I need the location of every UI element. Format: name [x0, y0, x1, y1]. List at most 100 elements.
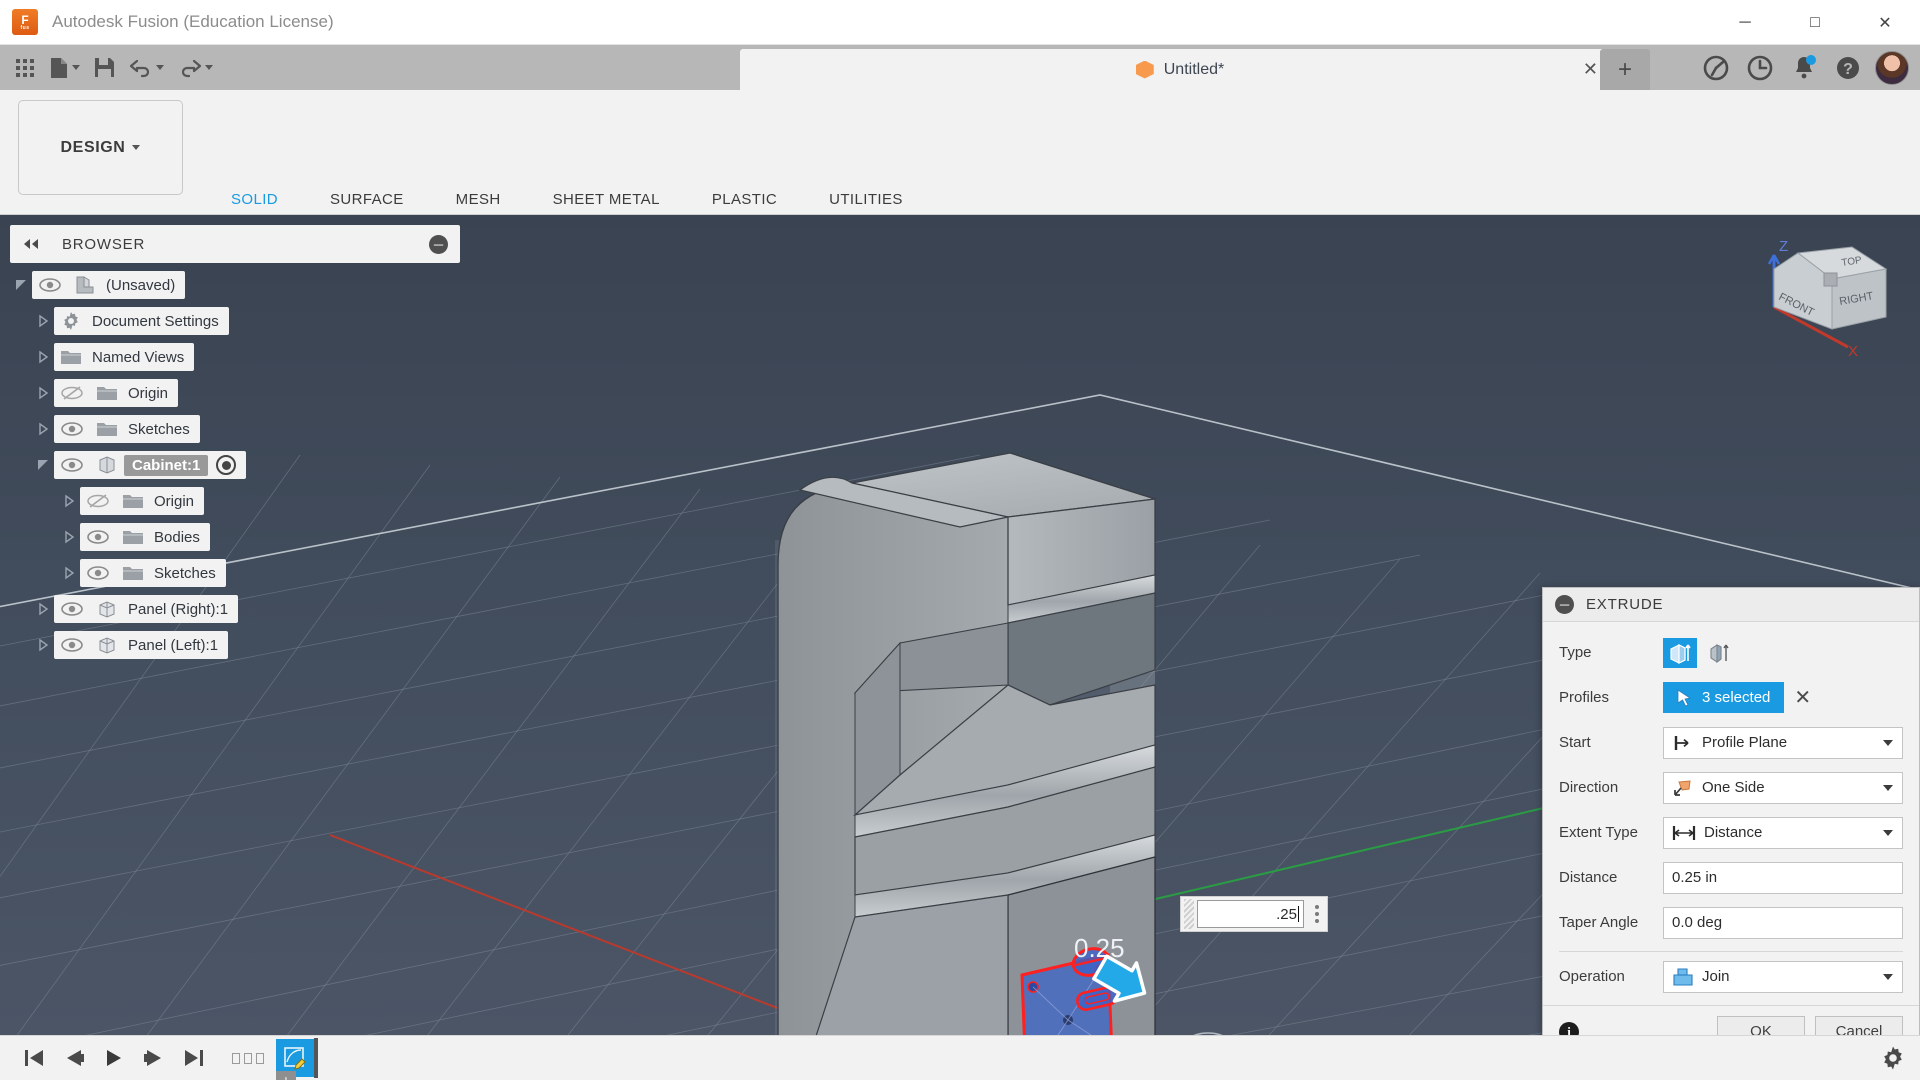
close-window-button[interactable]: ✕ — [1850, 0, 1920, 45]
viewport-canvas[interactable]: 0.25 Z X TOP FRONT RIGHT BROWSER ─ (Unsa… — [0, 215, 1920, 1035]
start-value: Profile Plane — [1702, 734, 1788, 751]
tab-plastic[interactable]: PLASTIC — [686, 186, 803, 212]
direction-dropdown[interactable]: One Side — [1663, 771, 1903, 804]
taper-angle-input[interactable]: 0.0 deg — [1663, 906, 1903, 939]
extent-type-dropdown[interactable]: Distance — [1663, 816, 1903, 849]
tree-row-unsaved[interactable]: (Unsaved) — [10, 267, 460, 303]
expander-collapsed-icon[interactable] — [32, 602, 54, 616]
tree-row-sketches[interactable]: Sketches — [10, 411, 460, 447]
expander-expanded-icon[interactable] — [10, 278, 32, 292]
start-dropdown[interactable]: Profile Plane — [1663, 726, 1903, 759]
maximize-button[interactable]: □ — [1780, 0, 1850, 45]
tab-solid[interactable]: SOLID — [205, 186, 304, 212]
save-icon[interactable] — [89, 49, 120, 87]
chevron-down-icon[interactable] — [1883, 829, 1893, 836]
chevron-down-icon — [205, 65, 213, 70]
tree-row-bodies[interactable]: Bodies — [10, 519, 460, 555]
tab-utilities[interactable]: UTILITIES — [803, 186, 929, 212]
expander-collapsed-icon[interactable] — [32, 350, 54, 364]
document-tab[interactable]: Untitled* ✕ — [740, 49, 1620, 90]
minimize-button[interactable]: ─ — [1710, 0, 1780, 45]
visibility-toggle-hidden-icon[interactable] — [54, 385, 90, 401]
view-cube[interactable]: Z X TOP FRONT RIGHT — [1752, 233, 1912, 393]
tree-row-document-settings[interactable]: Document Settings — [10, 303, 460, 339]
sketch-feature-icon[interactable]: + — [276, 1039, 314, 1080]
app-grid-icon[interactable] — [10, 49, 40, 87]
expander-collapsed-icon[interactable] — [58, 566, 80, 580]
timeline-settings-icon[interactable] — [1880, 1045, 1906, 1071]
step-back-icon[interactable] — [54, 1038, 94, 1078]
profiles-selection-chip[interactable]: 3 selected — [1663, 682, 1785, 713]
tree-row-panel-left[interactable]: Panel (Left):1 — [10, 627, 460, 663]
visibility-toggle-icon[interactable] — [80, 530, 116, 544]
tree-row-panel-right[interactable]: Panel (Right):1 — [10, 591, 460, 627]
go-to-end-icon[interactable] — [174, 1038, 214, 1078]
notifications-icon[interactable] — [1784, 48, 1824, 88]
close-document-tab-button[interactable]: ✕ — [1583, 59, 1598, 80]
go-to-beginning-icon[interactable] — [14, 1038, 54, 1078]
solid-extrude-icon[interactable] — [1663, 637, 1697, 668]
recent-icon[interactable] — [1740, 48, 1780, 88]
tree-row-cabinet-sketches[interactable]: Sketches — [10, 555, 460, 591]
expander-collapsed-icon[interactable] — [32, 422, 54, 436]
job-status-icon[interactable] — [1696, 48, 1736, 88]
chevron-down-icon[interactable] — [1883, 973, 1893, 980]
tree-label: Origin — [128, 384, 169, 402]
chevron-down-icon[interactable] — [1883, 784, 1893, 791]
folder-icon — [116, 528, 150, 546]
help-icon[interactable]: ? — [1828, 48, 1868, 88]
add-feature-button[interactable]: + — [276, 1071, 296, 1080]
play-icon[interactable] — [94, 1038, 134, 1078]
extrude-extent-type-row: Extent Type Distance — [1559, 810, 1903, 855]
distance-input[interactable]: 0.25 in — [1663, 861, 1903, 894]
browser-collapse-button[interactable]: ─ — [429, 234, 448, 254]
chevron-down-icon[interactable] — [1883, 739, 1893, 746]
tab-mesh[interactable]: MESH — [430, 186, 527, 212]
visibility-toggle-icon[interactable] — [54, 638, 90, 652]
drag-grip[interactable] — [1184, 899, 1194, 929]
visibility-toggle-icon[interactable] — [54, 422, 90, 436]
extrude-dialog[interactable]: ─ EXTRUDE Type Profiles 3 selected ✕ Sta… — [1542, 587, 1920, 1035]
tree-row-cabinet[interactable]: Cabinet:1 — [10, 447, 460, 483]
clear-profiles-button[interactable]: ✕ — [1794, 685, 1811, 710]
timeline-marker[interactable] — [314, 1038, 318, 1078]
new-file-icon[interactable] — [44, 49, 85, 87]
activate-component-radio[interactable] — [216, 455, 237, 475]
tree-row-origin[interactable]: Origin — [10, 375, 460, 411]
redo-icon[interactable] — [173, 49, 218, 87]
one-side-icon — [1674, 779, 1691, 796]
tree-row-cabinet-origin[interactable]: Origin — [10, 483, 460, 519]
workspace-selector[interactable]: DESIGN — [18, 100, 183, 195]
tab-sheet-metal[interactable]: SHEET METAL — [527, 186, 686, 212]
visibility-toggle-hidden-icon[interactable] — [80, 493, 116, 509]
operation-dropdown[interactable]: Join — [1663, 960, 1903, 993]
visibility-toggle-icon[interactable] — [80, 566, 116, 580]
expander-expanded-icon[interactable] — [32, 458, 54, 472]
expander-collapsed-icon[interactable] — [32, 638, 54, 652]
distance-canvas-input[interactable]: .25 — [1197, 900, 1304, 928]
canvas-value-input-box[interactable]: .25 — [1180, 896, 1328, 932]
info-icon[interactable]: i — [1559, 1021, 1579, 1035]
new-document-tab-button[interactable]: + — [1600, 49, 1650, 90]
visibility-toggle-icon[interactable] — [32, 278, 68, 292]
tree-row-named-views[interactable]: Named Views — [10, 339, 460, 375]
step-forward-icon[interactable] — [134, 1038, 174, 1078]
expander-collapsed-icon[interactable] — [32, 314, 54, 328]
ok-button[interactable]: OK — [1717, 1015, 1805, 1035]
extrude-operation-row: Operation Join — [1559, 954, 1903, 999]
undo-icon[interactable] — [124, 49, 169, 87]
value-options-button[interactable] — [1307, 905, 1327, 923]
visibility-toggle-icon[interactable] — [54, 602, 90, 616]
extrude-dialog-footer: i OK Cancel — [1543, 1005, 1919, 1035]
thin-extrude-icon[interactable] — [1703, 638, 1737, 668]
expander-collapsed-icon[interactable] — [58, 530, 80, 544]
expander-collapsed-icon[interactable] — [32, 386, 54, 400]
expander-collapsed-icon[interactable] — [58, 494, 80, 508]
extrude-collapse-button[interactable]: ─ — [1555, 595, 1574, 614]
workspace-label: DESIGN — [60, 138, 126, 156]
visibility-toggle-icon[interactable] — [54, 458, 90, 472]
cancel-button[interactable]: Cancel — [1815, 1015, 1903, 1035]
account-avatar[interactable] — [1872, 48, 1912, 88]
collapse-browser-icon[interactable] — [22, 238, 40, 250]
tab-surface[interactable]: SURFACE — [304, 186, 430, 212]
